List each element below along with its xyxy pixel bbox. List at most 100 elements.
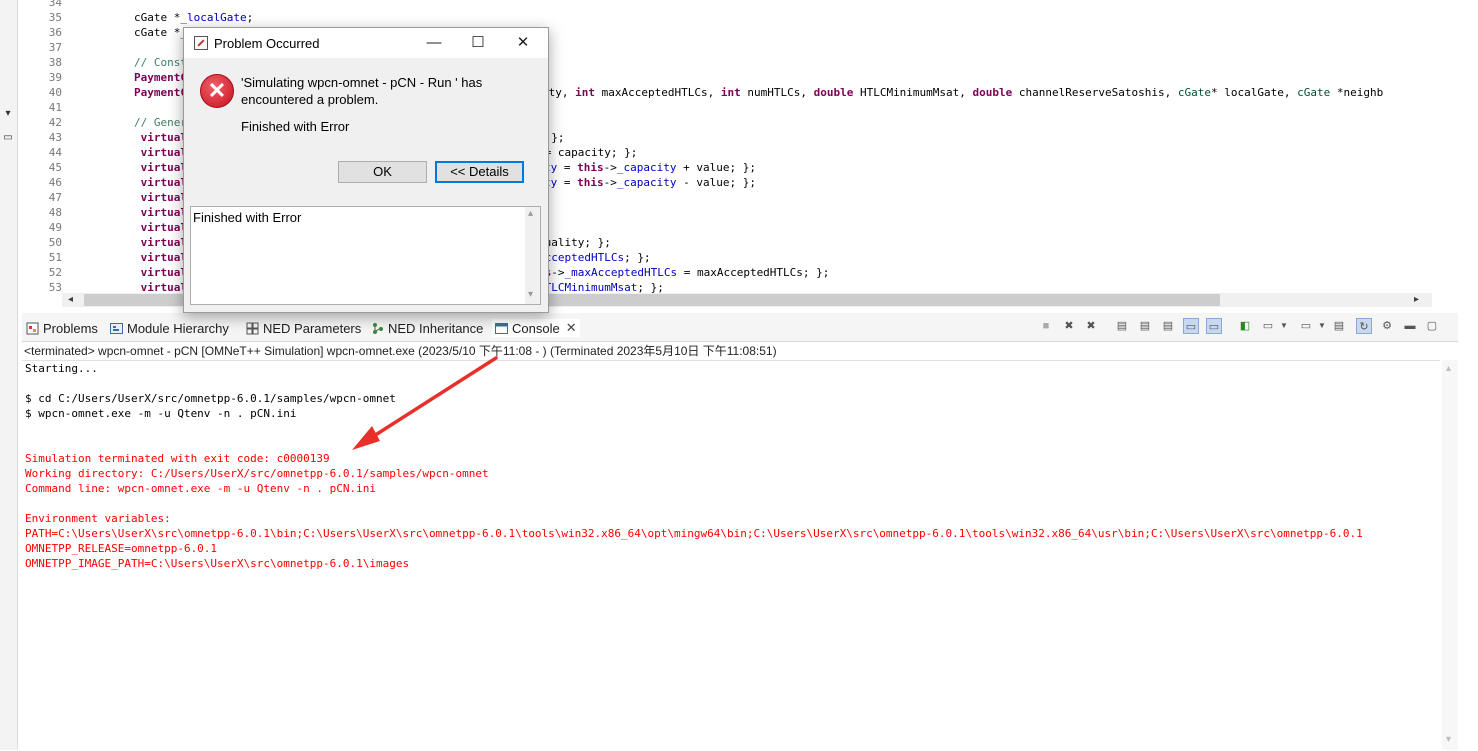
scroll-down-icon[interactable]: ▾ (1446, 734, 1451, 745)
code-token: *neighb (1330, 86, 1384, 99)
code-token: virtual (81, 131, 187, 144)
line-number: 51 (48, 251, 62, 264)
code-token: _localGate (180, 11, 247, 24)
code-token: -> (603, 161, 617, 174)
code-token: cGate (1177, 86, 1211, 99)
code-token: virtual (81, 191, 187, 204)
code-token: + value; }; (676, 161, 756, 174)
line-number: 50 (48, 236, 62, 249)
code-line-fragment: HTLCMinimumMsat; }; (538, 281, 664, 293)
code-line-fragment: AcceptedHTLCs; }; (538, 251, 651, 264)
line-number: 44 (48, 146, 62, 159)
console-error-line: OMNETPP_IMAGE_PATH=C:\Users\UserX\src\om… (25, 557, 410, 570)
code-token: cGate * (81, 11, 181, 24)
line-number: 45 (48, 161, 62, 174)
code-token: int (720, 86, 741, 99)
code-line-fragment: = capacity; }; (538, 146, 638, 159)
tab-ned-inheritance[interactable]: NED Inheritance (371, 319, 483, 337)
console-output[interactable]: Starting... $ cd C:/Users/UserX/src/omnet… (22, 360, 1440, 751)
code-token: virtual (81, 236, 187, 249)
clear-console-icon[interactable]: ▤ (1114, 318, 1130, 334)
close-icon[interactable]: ✕ (508, 32, 538, 54)
scroll-down-icon[interactable]: ▾ (528, 289, 533, 300)
remove-launch-icon[interactable]: ✖ (1061, 318, 1077, 334)
code-line: virtual (81, 221, 187, 234)
chevron-down-icon[interactable]: ▼ (1314, 318, 1330, 334)
tab-problems[interactable]: Problems (26, 319, 98, 337)
tab-console[interactable]: Console ✕ (492, 319, 580, 337)
tab-module-hierarchy[interactable]: Module Hierarchy (110, 319, 229, 337)
show-on-stdout-icon[interactable]: ▭ (1183, 318, 1199, 334)
remove-all-terminated-icon[interactable]: ✖ (1083, 318, 1099, 334)
copy-icon[interactable]: ▤ (1331, 318, 1347, 334)
show-on-stderr-icon[interactable]: ▭ (1206, 318, 1222, 334)
code-line-fragment: ty = this->_capacity + value; }; (544, 161, 756, 174)
code-token: virtual (81, 251, 187, 264)
collapse-arrow-icon[interactable]: ▾ (2, 108, 14, 120)
dialog-title: Problem Occurred (214, 36, 320, 51)
line-number: 37 (48, 41, 62, 54)
bottom-panel: Problems Module Hierarchy NED Parameters… (22, 313, 1458, 750)
details-scrollbar[interactable]: ▴ ▾ (525, 207, 540, 304)
line-number-gutter: 34 35 36 37 38 39 40 41 42 43 44 45 46 47 48 49 50 51 52 53 (22, 0, 62, 293)
maximize-icon[interactable]: ☐ (463, 32, 493, 54)
code-token: numHTLCs, (740, 86, 814, 99)
code-line: virtual (81, 206, 187, 219)
scroll-lock-icon[interactable]: ▤ (1137, 318, 1153, 334)
line-number: 52 (48, 266, 62, 279)
code-token: * localGate, (1211, 86, 1298, 99)
code-line: PaymentCh (81, 86, 194, 99)
open-console-icon[interactable]: ▭ (1298, 318, 1314, 334)
code-token: virtual (81, 176, 187, 189)
tab-ned-parameters[interactable]: NED Parameters (246, 319, 361, 337)
restore-view-icon[interactable]: ▭ (2, 132, 14, 144)
display-selected-console-icon[interactable]: ▭ (1260, 318, 1276, 334)
minimize-view-icon[interactable]: ▬ (1402, 318, 1418, 334)
code-line: // Constr (81, 56, 194, 69)
code-token: // Generi (81, 116, 194, 129)
scroll-left-icon[interactable]: ◂ (68, 294, 73, 305)
left-sidebar-strip: ▾ ▭ (0, 0, 18, 750)
auto-scroll-icon[interactable]: ↻ (1356, 318, 1372, 334)
code-token: _maxAcceptedHTLCs (564, 266, 678, 279)
pin-console-icon[interactable]: ◧ (1237, 318, 1253, 334)
code-token: = (557, 161, 578, 174)
console-toolbar: ■ ✖ ✖ ▤ ▤ ▤ ▭ ▭ ◧ ▭ ▼ ▭ ▼ ▤ ↻ ⚙ ▬ ▢ (1038, 318, 1458, 336)
details-button[interactable]: << Details (435, 161, 524, 183)
line-number: 41 (48, 101, 62, 114)
code-line: virtual (81, 161, 187, 174)
console-status-line: <terminated> wpcn-omnet - pCN [OMNeT++ S… (24, 344, 777, 358)
details-text-area[interactable]: Finished with Error ▴ ▾ (190, 206, 541, 305)
close-tab-icon[interactable]: ✕ (566, 320, 577, 336)
scroll-right-icon[interactable]: ▸ (1414, 294, 1419, 305)
code-line: virtual (81, 176, 187, 189)
scroll-up-icon[interactable]: ▴ (528, 208, 533, 219)
terminate-icon[interactable]: ■ (1038, 318, 1054, 334)
line-number: 34 (48, 0, 62, 9)
dialog-title-bar[interactable]: Problem Occurred — ☐ ✕ (184, 28, 548, 58)
scroll-up-icon[interactable]: ▴ (1446, 363, 1451, 374)
console-error-line: Working directory: C:/Users/UserX/src/om… (25, 467, 489, 480)
code-line: virtual (81, 251, 187, 264)
code-line-fragment: is->_maxAcceptedHTLCs = maxAcceptedHTLCs… (538, 266, 829, 279)
ok-button[interactable]: OK (338, 161, 427, 183)
console-line: Starting... (25, 362, 98, 375)
code-token: = maxAcceptedHTLCs; }; (677, 266, 830, 279)
console-vertical-scrollbar[interactable]: ▴ ▾ (1442, 360, 1458, 750)
code-token: virtual (81, 146, 187, 159)
console-line: $ cd C:/Users/UserX/src/omnetpp-6.0.1/sa… (25, 392, 396, 405)
word-wrap-icon[interactable]: ▤ (1160, 318, 1176, 334)
code-token: this (577, 176, 604, 189)
dialog-sub-message: Finished with Error (241, 119, 350, 134)
chevron-down-icon[interactable]: ▼ (1276, 318, 1292, 334)
code-token: _capacity (616, 161, 677, 174)
error-icon: ✕ (200, 74, 234, 108)
code-token: _capacity (616, 176, 677, 189)
line-number: 49 (48, 221, 62, 234)
minimize-icon[interactable]: — (419, 32, 449, 54)
code-token: virtual (81, 266, 187, 279)
maximize-view-icon[interactable]: ▢ (1424, 318, 1440, 334)
line-number: 43 (48, 131, 62, 144)
gear-icon[interactable]: ⚙ (1379, 318, 1395, 334)
code-token: ; }; (637, 281, 664, 293)
